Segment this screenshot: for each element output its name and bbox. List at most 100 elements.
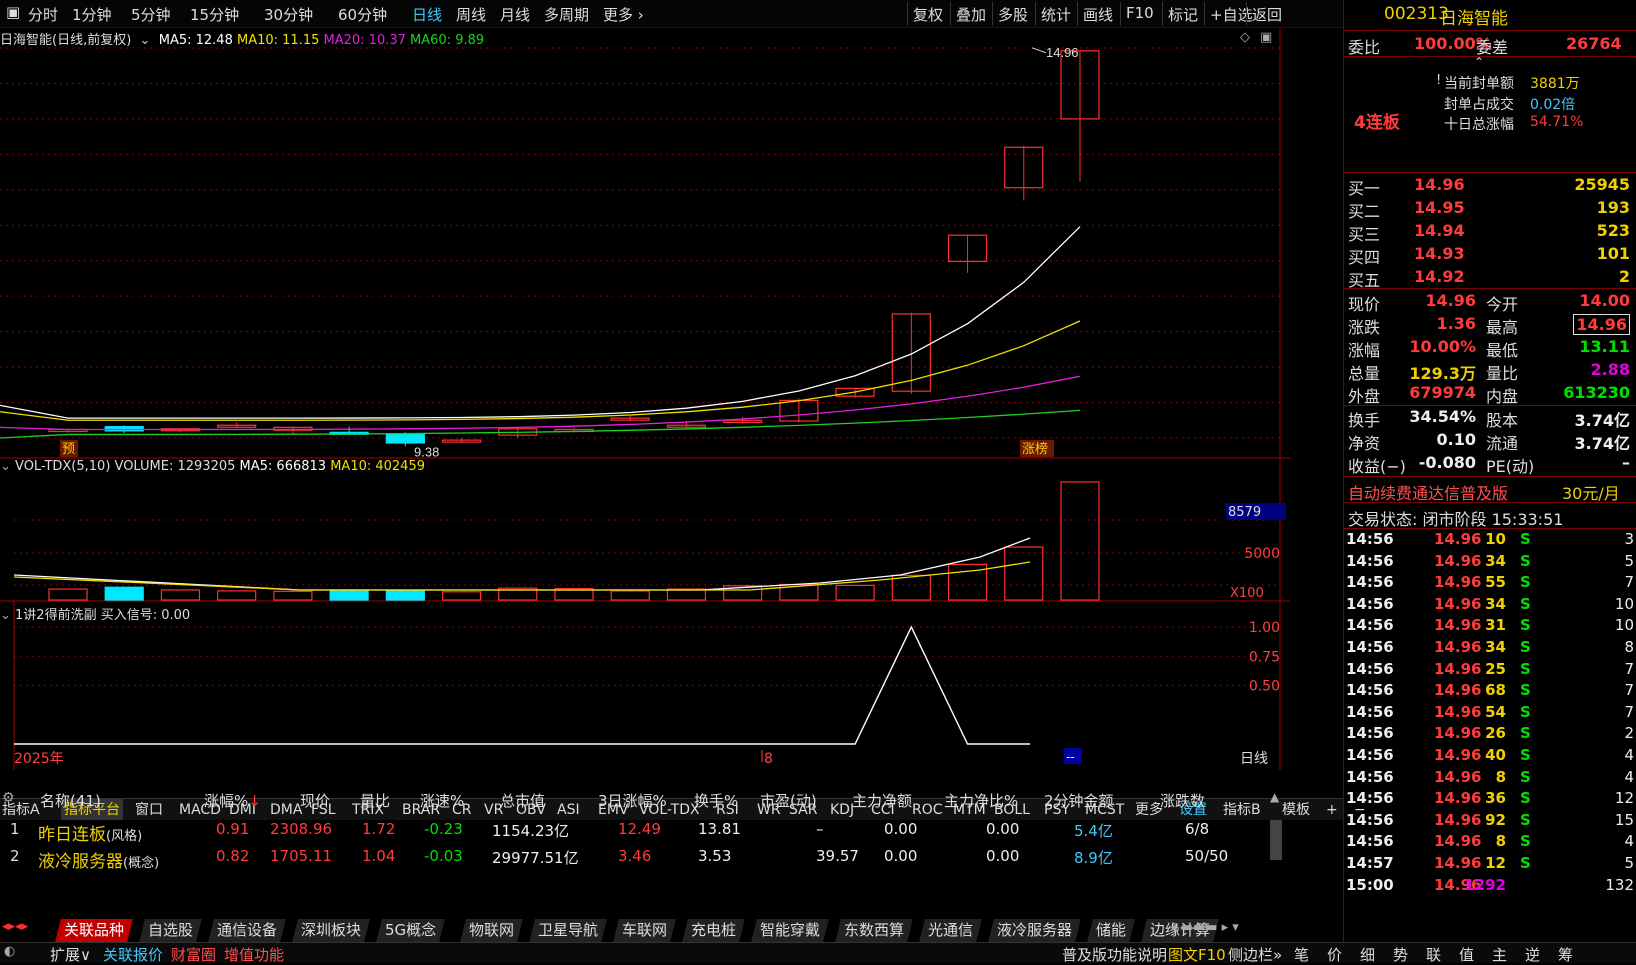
side-tab[interactable]: 笔 (1294, 944, 1309, 965)
tick-time: 14:56 (1346, 810, 1394, 829)
sector-tab[interactable]: 东数西算 (835, 919, 913, 942)
bid-volume: 101 (1596, 244, 1630, 263)
sector-tab[interactable]: 关联品种 (55, 919, 133, 942)
sector-tab[interactable]: 5G概念 (376, 919, 446, 942)
table-scrollbar[interactable] (1270, 820, 1282, 860)
table-cell-cap: 1154.23亿 (492, 822, 570, 840)
side-tab[interactable]: 价 (1327, 944, 1342, 965)
table-header[interactable]: 涨速% (420, 790, 464, 811)
bid-label: 买二 (1348, 202, 1381, 221)
status-link[interactable]: 普及版功能说明 (1062, 944, 1167, 965)
scroll-up-icon[interactable]: ▲ (1270, 790, 1279, 804)
table-header[interactable]: 2分钟金额 (1044, 790, 1114, 811)
table-cell-ud: 50/50 (1185, 847, 1229, 865)
tick-side: S (1520, 530, 1531, 548)
diamond-icon[interactable]: ◇ (1240, 30, 1250, 45)
table-cell-amt2: 5.4亿 (1074, 822, 1113, 840)
indicator-tab[interactable]: + (1326, 799, 1338, 821)
sector-tab[interactable]: 光通信 (919, 919, 982, 942)
status-item[interactable]: 增值功能 (224, 944, 284, 965)
table-row[interactable]: 2 液冷服务器(概念) 0.82 1705.11 1.04 -0.03 29977.51亿 3… (0, 845, 1270, 872)
sector-tab[interactable]: 充电桩 (682, 919, 745, 942)
window-icon[interactable]: ▣ (1260, 30, 1272, 45)
status-link[interactable]: 侧边栏» (1228, 944, 1282, 965)
promo-price: 30元/月 (1562, 484, 1620, 503)
side-tab[interactable]: 细 (1360, 944, 1375, 965)
side-tab[interactable]: 势 (1393, 944, 1408, 965)
fund-label: 净资 (1348, 434, 1381, 453)
status-item[interactable]: 扩展∨ (50, 944, 91, 965)
side-tab[interactable]: 主 (1492, 944, 1507, 965)
table-header[interactable]: 涨跌数 (1160, 790, 1205, 811)
volume-ma5-line (13, 537, 1031, 591)
kline-chart[interactable]: 15.0014.5014.0013.5013.0012.5012.0011.50… (0, 0, 1290, 770)
indicator-axis-label: 1.00 (1249, 620, 1280, 636)
divider (1344, 30, 1636, 31)
sector-tab[interactable]: 自选股 (139, 919, 202, 942)
sector-tab-label: 通信设备 (217, 921, 278, 939)
sector-tab[interactable]: 智能穿戴 (751, 919, 829, 942)
volume-axis-top: 8579 (1228, 505, 1261, 520)
tick-count: 3 (1624, 530, 1634, 548)
sector-tab[interactable]: 物联网 (460, 919, 523, 942)
sector-tab[interactable]: 储能 (1087, 919, 1135, 942)
sector-tab[interactable]: 卫星导航 (529, 919, 607, 942)
side-tab[interactable]: 筹 (1558, 944, 1573, 965)
quote-value: 14.96 (1425, 291, 1476, 310)
quote-value: 129.3万 (1409, 364, 1476, 383)
status-item[interactable]: 财富圈 (171, 944, 216, 965)
toggle-icon[interactable]: ◐ (4, 944, 15, 959)
side-tab[interactable]: 联 (1426, 944, 1441, 965)
streak-label: 4连板 (1354, 113, 1400, 133)
table-cell-chg: 0.82 (216, 847, 250, 865)
table-cell-no: 1 (10, 820, 20, 838)
tick-side: S (1520, 681, 1531, 700)
table-cell-no: 2 (10, 847, 20, 865)
tab-nav-icons[interactable]: ◂▸◂▸ (2, 919, 28, 934)
tick-count: 7 (1624, 659, 1634, 678)
table-header[interactable]: 换手% (694, 790, 738, 811)
table-row[interactable]: 1 昨日连板(风格) 0.91 2308.96 1.72 -0.23 1154.23亿 12.… (0, 818, 1270, 845)
indicator-legend: ⌄ 1讲2得前洗副 买入信号: 0.00 (0, 608, 191, 623)
indicator-tab[interactable]: 模板 (1282, 799, 1310, 821)
tick-volume: 12 (1485, 854, 1506, 872)
table-header[interactable]: 主力净额 (852, 790, 912, 811)
table-header[interactable]: 涨幅%↓ (204, 790, 261, 811)
side-tab[interactable]: 值 (1459, 944, 1474, 965)
promo-text: 自动续费通达信普及版 (1348, 484, 1509, 503)
sector-tab[interactable]: 深圳板块 (292, 919, 370, 942)
weicha-value: 26764 (1566, 34, 1622, 53)
sector-tabbar: ◂▸◂▸ 关联品种 自选股 通信设备 深圳板块 5G概念 物联网 卫星导航 车联网 充电桩 智能穿戴… (0, 917, 1343, 942)
seal-ratio-value: 0.02倍 (1530, 97, 1576, 113)
sector-tab[interactable]: 车联网 (613, 919, 676, 942)
table-header[interactable]: 名称(41) (40, 790, 101, 811)
tick-count: 4 (1624, 767, 1634, 786)
high-price-label: 14.96 (1046, 45, 1079, 60)
gear-icon[interactable]: ⚙ (2, 790, 15, 806)
sector-tab-label: 关联品种 (64, 921, 125, 939)
tick-price: 14.96 (1434, 573, 1482, 592)
side-tab[interactable]: 逆 (1525, 944, 1540, 965)
fund-label: 换手 (1348, 411, 1381, 430)
related-table: ⚙ 名称(41) 涨幅%↓ 现价 量比 涨速% 总市值 3日涨幅% 换手% 市盈(动) 主力净额 主力… (0, 790, 1343, 918)
tab-scroll-arrows[interactable]: ◂ ▬▬▬ ▸ ▾ (1170, 920, 1239, 935)
bid-price: 14.96 (1414, 175, 1465, 194)
sector-tab-label: 智能穿戴 (760, 921, 821, 939)
table-cell-chg3: 3.46 (618, 847, 652, 865)
tick-volume: 40 (1485, 746, 1506, 764)
table-header[interactable]: 市盈(动) (760, 790, 817, 811)
table-header[interactable]: 主力净比% (944, 790, 1018, 811)
status-item[interactable]: 关联报价 (103, 944, 163, 965)
tick-time: 14:56 (1346, 573, 1394, 592)
table-header[interactable]: 现价 (300, 790, 330, 811)
table-cell-netp: 0.00 (986, 820, 1020, 838)
table-header[interactable]: 3日涨幅% (598, 790, 667, 811)
period-label: 日线 (1240, 751, 1268, 767)
sector-tab[interactable]: 液冷服务器 (988, 919, 1081, 942)
table-header[interactable]: 总市值 (500, 790, 545, 811)
sector-tab[interactable]: 通信设备 (208, 919, 286, 942)
ten-day-label: 十日总涨幅 (1444, 117, 1514, 133)
settings-icon[interactable]: ⌄ (135, 33, 154, 48)
table-header[interactable]: 量比 (360, 790, 390, 811)
status-link[interactable]: 图文F10 (1168, 944, 1226, 965)
